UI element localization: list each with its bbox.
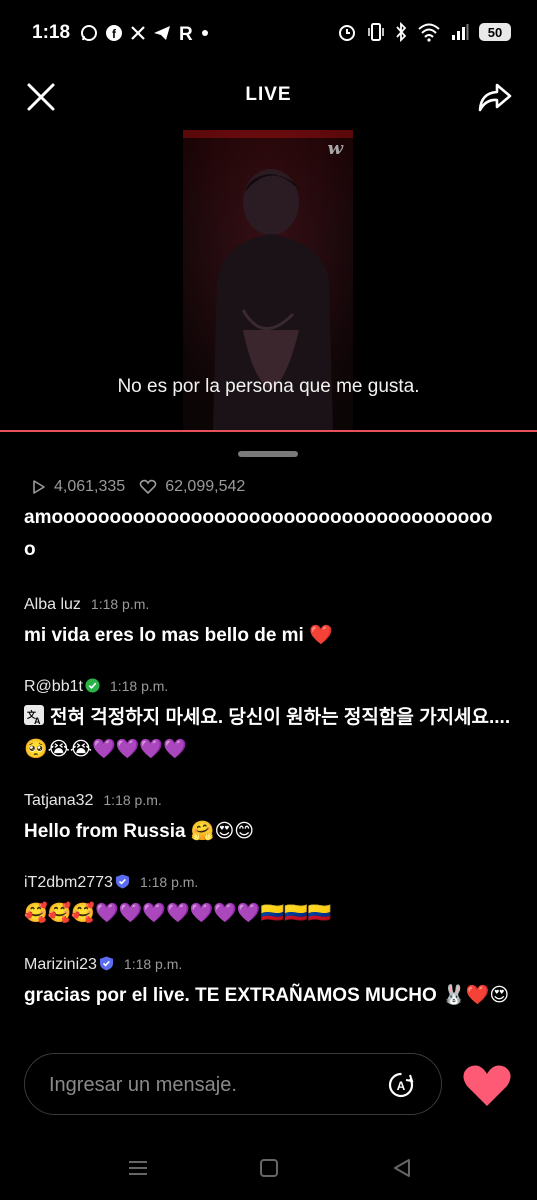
page-title: LIVE [245,84,292,105]
svg-text:R: R [179,24,193,42]
chat-text: 🥰🥰🥰💜💜💜💜💜💜💜🇨🇴🇨🇴🇨🇴 [24,903,332,924]
chat-text: Hello from Russia 🤗😍😊 [24,821,255,842]
sheet-drag-handle[interactable] [238,451,298,457]
play-icon [33,480,45,494]
translated-icon: 文A [24,705,44,726]
chat-text-row: 文 A 전혀 걱정하지 마세요. 당신이 원하는 정직함을 가지세요.... 🥺😭😭… [24,702,519,766]
chat-timestamp: 1:18 p.m. [109,678,169,694]
video-subtitle: No es por la persona que me gusta. [117,376,420,397]
x-icon [131,26,145,40]
chat-timestamp: 1:18 p.m. [90,596,150,612]
heart-like-button[interactable] [462,1064,512,1108]
chat-message: iT2dbm2773 1:18 p.m. 🥰🥰🥰💜💜💜💜💜💜💜🇨🇴🇨🇴🇨🇴 [24,874,519,930]
chat-username[interactable]: Tatjana32 [24,792,93,810]
chat-timestamp: 1:18 p.m. [123,956,183,972]
chat-message: Alba luz 1:18 p.m. mi vida eres lo mas be… [24,596,519,652]
facebook-icon: f [106,25,122,41]
telegram-icon [154,26,170,40]
notification-icons: f R [80,24,209,42]
chat-text: mi vida eres lo mas bello de mi ❤️ [24,625,333,646]
chat-username[interactable]: Marizini23 [24,956,97,974]
chat-username[interactable]: R@bb1t [24,678,83,696]
verified-green-icon [85,678,100,693]
back-icon[interactable] [390,1156,414,1180]
chat-message: R@bb1t 1:18 p.m. 文 A 전혀 걱정하지 마세요. 당신이 원하는 정… [24,678,519,766]
verified-shield-icon [115,874,130,889]
system-icons: 50 [337,22,511,42]
translate-button[interactable]: A [387,1071,415,1099]
chat-text: 전혀 걱정하지 마세요. 당신이 원하는 정직함을 가지세요.... 🥺😭😭💜💜… [24,707,511,760]
view-count: 4,061,335 [54,478,126,495]
status-bar: 1:18 f R 50 [0,0,537,70]
like-count: 62,099,542 [165,478,246,495]
alarm-icon [339,25,355,41]
vibrate-icon [368,23,384,41]
whatsapp-icon [81,25,97,41]
bluetooth-icon [396,22,407,42]
chat-list[interactable]: amoooooooooooooooooooooooooooooooooooooo… [24,508,524,1043]
verified-shield-icon [99,956,113,971]
chat-username[interactable]: Alba luz [24,596,81,614]
svg-text:A: A [397,1079,406,1093]
battery-icon: 50 [479,23,511,41]
recents-icon[interactable] [126,1156,150,1180]
reddit-r-icon: R [179,24,193,42]
home-icon[interactable] [257,1156,281,1180]
chat-message-continued: amoooooooooooooooooooooooooooooooooooooo… [24,508,493,560]
share-button[interactable] [477,80,513,114]
svg-text:A: A [34,716,41,726]
chat-timestamp: 1:18 p.m. [139,874,199,890]
chat-username[interactable]: iT2dbm2773 [24,874,113,892]
signal-icon [452,24,469,40]
chat-message: Tatjana32 1:18 p.m. Hello from Russia 🤗😍😊 [24,792,519,848]
chat-text: gracias por el live. TE EXTRAÑAMOS MUCHO… [24,985,510,1006]
dot-icon [202,30,208,36]
live-progress-line [0,430,537,432]
heart-outline-icon [139,479,157,495]
chat-timestamp: 1:18 p.m. [103,792,162,808]
message-input[interactable] [47,1070,381,1100]
message-input-box[interactable]: A [24,1053,442,1115]
live-stats: 4,061,335 62,099,542 [32,478,245,496]
status-time: 1:18 [32,22,71,43]
chat-message: Marizini23 1:18 p.m. gracias por el live.… [24,956,519,1012]
wifi-icon [418,23,440,42]
